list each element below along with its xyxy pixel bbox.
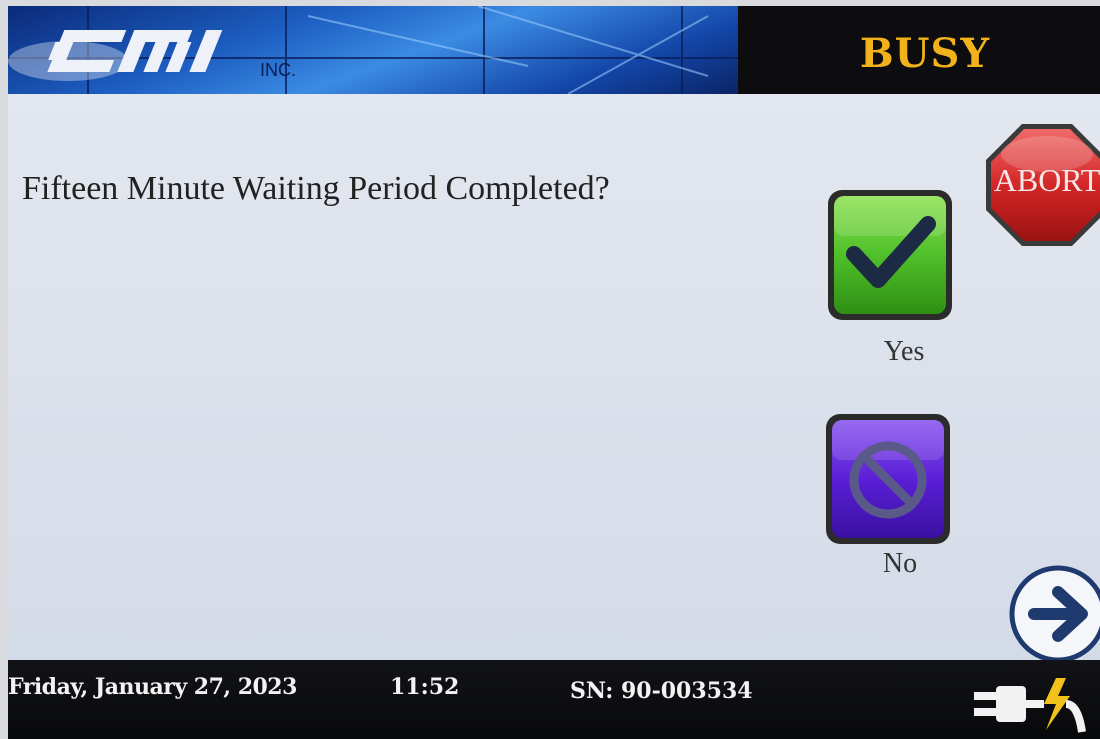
main-panel: Fifteen Minute Waiting Period Completed?… (8, 94, 1100, 663)
logo-banner: INC. (8, 6, 738, 94)
power-plug-icon (974, 678, 1086, 733)
time-display: 11:52 (390, 674, 460, 700)
yes-label: Yes (883, 336, 925, 367)
status-footer: Friday, January 27, 2023 11:52 SN: 90-00… (8, 660, 1100, 739)
arrow-right-icon (1009, 565, 1100, 663)
serial-number: SN: 90-003534 (570, 678, 753, 704)
abort-label: ABORT (993, 162, 1100, 198)
date-display: Friday, January 27, 2023 (8, 674, 297, 700)
prohibited-icon (826, 414, 950, 544)
abort-button[interactable]: ABORT (982, 120, 1100, 250)
device-screen: INC. BUSY Fifteen Minute Waiting Period … (8, 6, 1100, 739)
header-bar: INC. BUSY (8, 6, 1100, 94)
question-prompt: Fifteen Minute Waiting Period Completed? (22, 170, 610, 207)
no-button[interactable] (824, 412, 952, 546)
next-button[interactable] (1008, 564, 1100, 664)
checkmark-icon (828, 190, 952, 320)
status-indicator: BUSY (859, 30, 990, 77)
no-label: No (882, 548, 918, 579)
logo-suffix: INC. (260, 60, 296, 80)
yes-button[interactable] (826, 188, 954, 322)
